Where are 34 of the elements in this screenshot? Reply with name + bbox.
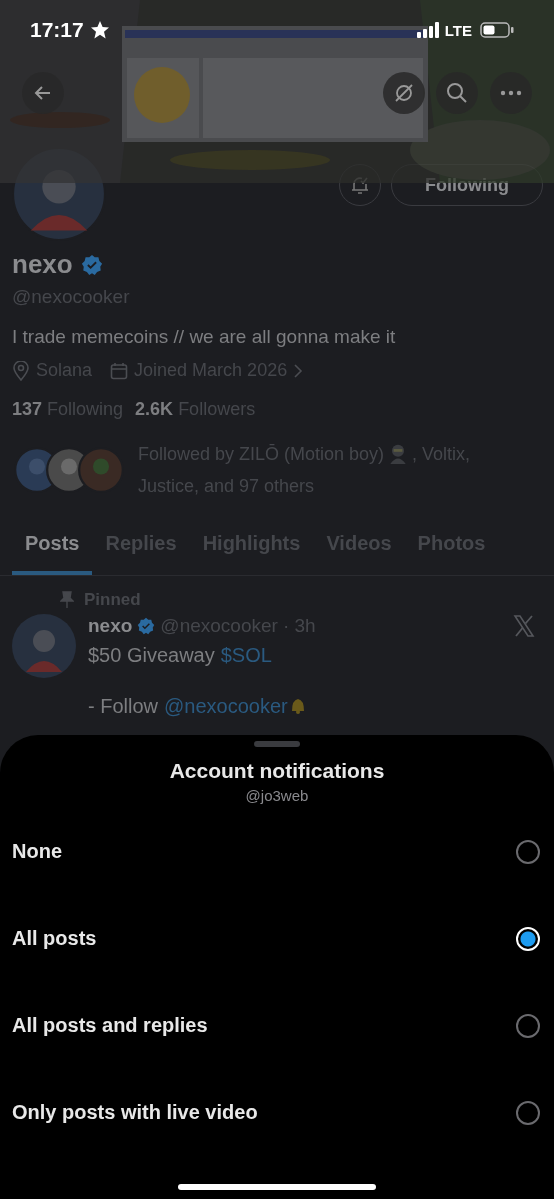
chevron-right-icon: [293, 363, 304, 378]
option-label: All posts and replies: [12, 1014, 208, 1037]
x-logo-icon: [512, 614, 536, 638]
radio-button[interactable]: [516, 1100, 540, 1125]
mention-link[interactable]: @nexocooker: [164, 695, 288, 717]
status-time: 17:17: [30, 18, 84, 42]
verified-badge-icon: [137, 617, 156, 635]
profile-bio: I trade memecoins // we are all gonna make it: [12, 326, 397, 348]
profile-name: nexo: [12, 249, 73, 280]
calendar-icon: [110, 361, 129, 380]
author-name: nexo: [88, 615, 133, 637]
option-label: None: [12, 840, 62, 863]
avatar: [12, 614, 76, 678]
more-icon: [500, 90, 522, 96]
profile-tab[interactable]: Posts: [12, 520, 93, 575]
search-icon: [446, 82, 468, 104]
option-label: Only posts with live video: [12, 1101, 258, 1124]
radio-button[interactable]: [516, 1013, 540, 1038]
star-icon: [89, 20, 110, 40]
sheet-title: Account notifications: [168, 759, 386, 783]
drag-handle[interactable]: [254, 741, 300, 747]
follower-avatar: [78, 447, 124, 493]
crossed-circle-icon: [393, 82, 415, 104]
post-text: - Follow: [88, 695, 158, 717]
location-pin-icon: [12, 360, 30, 381]
signal-icon: [416, 22, 441, 38]
option-label: All posts: [12, 927, 97, 950]
pin-icon: [60, 591, 74, 609]
cashtag-link[interactable]: $SOL: [220, 644, 272, 666]
radio-button[interactable]: [516, 839, 540, 864]
battery-icon: [480, 22, 514, 38]
network-label: LTE: [444, 21, 472, 39]
post-text: $50 Giveaway: [88, 644, 215, 666]
sheet-subtitle: @jo3web: [244, 787, 310, 804]
